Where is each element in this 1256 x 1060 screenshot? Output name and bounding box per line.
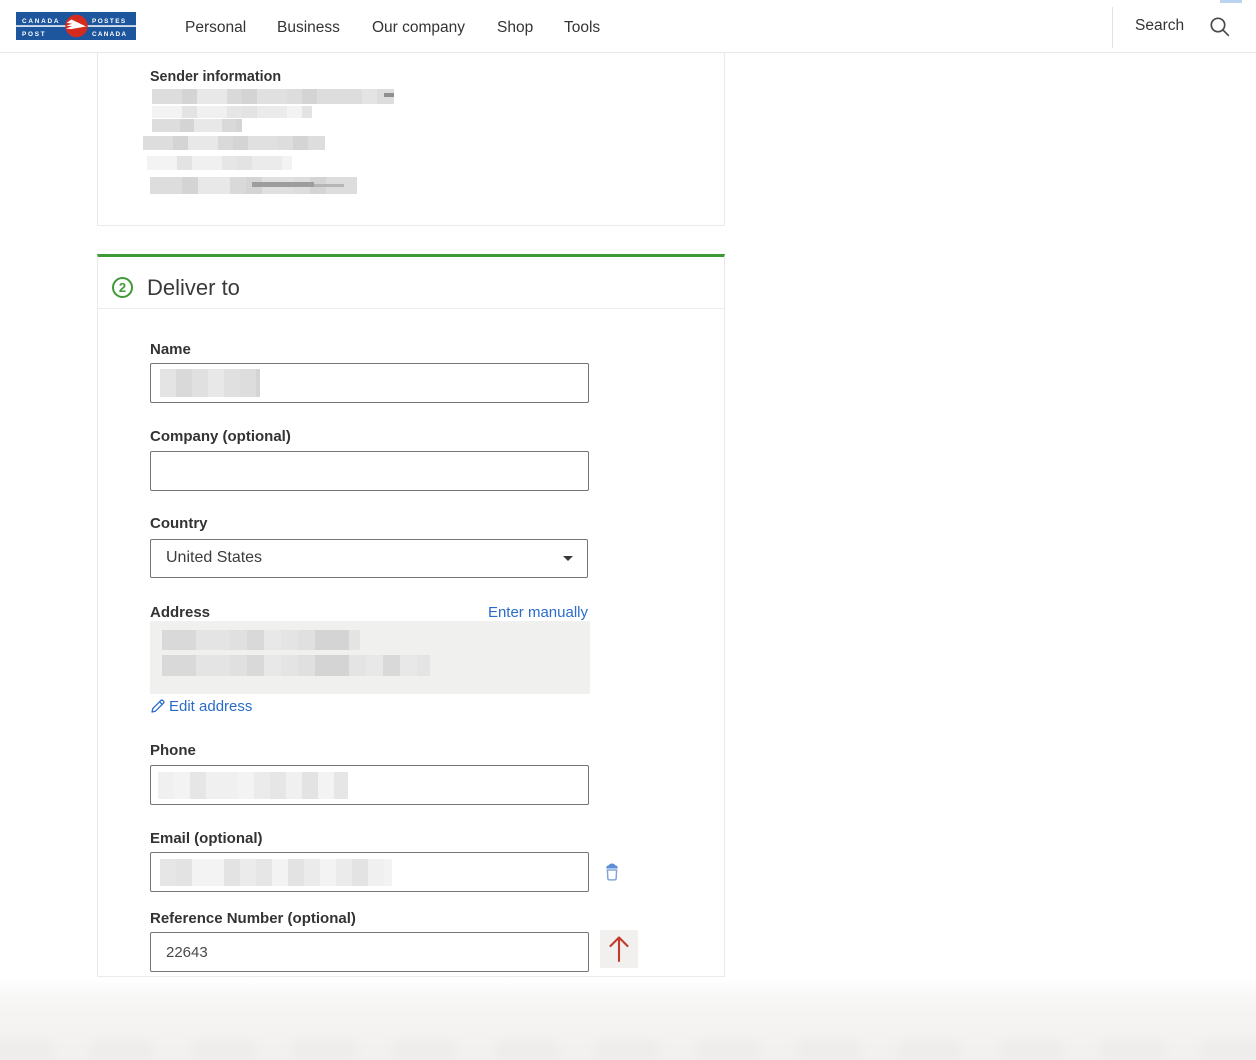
svg-text:CANADA: CANADA	[92, 31, 127, 38]
svg-text:POST: POST	[22, 31, 46, 38]
svg-text:POSTES: POSTES	[92, 18, 127, 25]
svg-text:CANADA: CANADA	[22, 18, 60, 25]
